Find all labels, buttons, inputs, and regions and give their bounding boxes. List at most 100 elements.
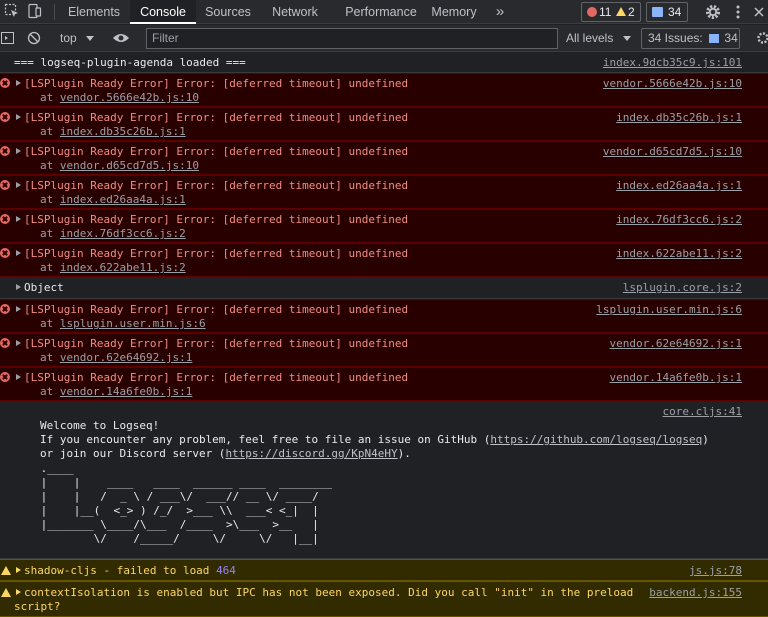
error-message[interactable]: [LSPlugin Ready Error] Error: [deferred …: [0, 107, 768, 141]
stack-frame: at index.76df3cc6.js:2: [40, 227, 186, 241]
error-text: [LSPlugin Ready Error] Error: [deferred …: [24, 77, 409, 90]
log-source-link[interactable]: lsplugin.core.js:2: [623, 281, 742, 295]
logseq-ascii-art-line: | |__( <_> ) /_/ >___ \\ ___< <_| |: [34, 504, 319, 517]
kebab-menu-icon[interactable]: [730, 3, 748, 21]
chevron-down-icon: [622, 36, 631, 42]
context-selector[interactable]: top: [60, 25, 95, 52]
expand-triangle-icon[interactable]: [16, 80, 21, 86]
warning-source-link[interactable]: js.js:78: [689, 564, 742, 578]
stack-frame-link[interactable]: index.ed26aa4a.js:1: [60, 193, 186, 206]
inspect-element-icon[interactable]: [4, 3, 22, 21]
error-source-link[interactable]: lsplugin.user.min.js:6: [596, 303, 742, 317]
stack-frame-link[interactable]: index.76df3cc6.js:2: [60, 227, 186, 240]
github-link[interactable]: https://github.com/logseq/logseq: [490, 433, 702, 446]
warning-count-value: 464: [216, 564, 236, 577]
warning-message[interactable]: contextIsolation is enabled but IPC has …: [0, 581, 768, 617]
error-source-link[interactable]: vendor.d65cd7d5.js:10: [603, 145, 742, 159]
expand-triangle-icon[interactable]: [16, 216, 21, 222]
console-filter-bar: top Filter All levels 34 Issues: 34: [0, 25, 768, 52]
log-source-link[interactable]: core.cljs:41: [663, 405, 742, 419]
error-message[interactable]: [LSPlugin Ready Error] Error: [deferred …: [0, 73, 768, 107]
error-text: [LSPlugin Ready Error] Error: [deferred …: [24, 111, 409, 124]
error-source-link[interactable]: index.622abe11.js:2: [616, 247, 742, 261]
logseq-ascii-art-line: |_______ \____/\___ /____ >\___ >__ |: [34, 518, 319, 531]
expand-triangle-icon[interactable]: [16, 114, 21, 120]
error-source-link[interactable]: index.db35c26b.js:1: [616, 111, 742, 125]
tab-elements[interactable]: Elements: [60, 0, 128, 24]
error-message[interactable]: [LSPlugin Ready Error] Error: [deferred …: [0, 367, 768, 401]
tab-performance[interactable]: Performance: [334, 0, 428, 24]
error-message[interactable]: [LSPlugin Ready Error] Error: [deferred …: [0, 141, 768, 175]
tab-memory[interactable]: Memory: [426, 0, 482, 24]
stack-frame: at lsplugin.user.min.js:6: [40, 317, 206, 331]
expand-triangle-icon[interactable]: [16, 306, 21, 312]
issues-button[interactable]: 34 Issues: 34: [641, 28, 740, 49]
close-icon[interactable]: [752, 3, 768, 21]
error-source-link[interactable]: vendor.5666e42b.js:10: [603, 77, 742, 91]
error-count-icon: [587, 7, 597, 17]
error-source-link[interactable]: vendor.62e64692.js:1: [610, 337, 742, 351]
stack-frame-link[interactable]: vendor.d65cd7d5.js:10: [60, 159, 199, 172]
error-icon: [0, 248, 10, 258]
stack-at: at: [40, 385, 54, 398]
filter-input[interactable]: Filter: [146, 28, 558, 49]
github-line-end: ): [702, 433, 709, 446]
error-message[interactable]: [LSPlugin Ready Error] Error: [deferred …: [0, 243, 768, 277]
gear-icon[interactable]: [704, 3, 722, 21]
live-expression-eye-icon[interactable]: [112, 31, 130, 48]
log-message-object[interactable]: Object lsplugin.core.js:2: [0, 277, 768, 299]
error-message[interactable]: [LSPlugin Ready Error] Error: [deferred …: [0, 333, 768, 367]
error-message[interactable]: [LSPlugin Ready Error] Error: [deferred …: [0, 209, 768, 243]
warning-text: shadow-cljs - failed to load 464: [24, 564, 236, 578]
stack-frame-link[interactable]: vendor.62e64692.js:1: [60, 351, 192, 364]
tab-console[interactable]: Console: [130, 0, 196, 24]
stack-at: at: [40, 351, 54, 364]
error-count: 11: [599, 5, 612, 19]
stack-frame-link[interactable]: index.db35c26b.js:1: [60, 125, 186, 138]
tab-network[interactable]: Network: [262, 0, 328, 24]
discord-link[interactable]: https://discord.gg/KpN4eHY: [225, 447, 397, 460]
stack-at: at: [40, 91, 54, 104]
error-source-link[interactable]: index.ed26aa4a.js:1: [616, 179, 742, 193]
expand-triangle-icon[interactable]: [16, 374, 21, 380]
expand-triangle-icon[interactable]: [16, 340, 21, 346]
warning-message[interactable]: shadow-cljs - failed to load 464 js.js:7…: [0, 559, 768, 581]
console-counts-badge[interactable]: 11 2: [581, 2, 641, 22]
console-settings-gear-icon[interactable]: [756, 31, 768, 48]
filter-placeholder: Filter: [152, 31, 179, 45]
sidebar-toggle-icon[interactable]: [1, 31, 15, 48]
stack-frame-link[interactable]: index.622abe11.js:2: [60, 261, 186, 274]
more-tabs-button[interactable]: »: [488, 0, 512, 24]
stack-frame: at vendor.62e64692.js:1: [40, 351, 192, 365]
expand-triangle-icon[interactable]: [16, 182, 21, 188]
clear-console-icon[interactable]: [27, 31, 41, 48]
log-message-welcome: core.cljs:41 Welcome to Logseq! If you e…: [0, 401, 768, 559]
error-source-link[interactable]: index.76df3cc6.js:2: [616, 213, 742, 227]
stack-frame: at index.622abe11.js:2: [40, 261, 186, 275]
error-message[interactable]: [LSPlugin Ready Error] Error: [deferred …: [0, 299, 768, 333]
device-toolbar-icon[interactable]: [26, 3, 44, 21]
expand-triangle-icon[interactable]: [16, 567, 21, 573]
toolbar-divider: [54, 4, 55, 20]
messages-badge[interactable]: 34: [646, 2, 688, 22]
stack-at: at: [40, 159, 54, 172]
stack-frame-link[interactable]: lsplugin.user.min.js:6: [60, 317, 206, 330]
stack-frame-link[interactable]: vendor.5666e42b.js:10: [60, 91, 199, 104]
error-icon: [0, 304, 10, 314]
stack-frame: at index.db35c26b.js:1: [40, 125, 186, 139]
log-levels-dropdown[interactable]: All levels: [566, 25, 631, 52]
log-source-link[interactable]: index.9dcb35c9.js:101: [603, 56, 742, 70]
expand-triangle-icon[interactable]: [16, 148, 21, 154]
discord-line-end: ).: [397, 447, 411, 460]
error-text: [LSPlugin Ready Error] Error: [deferred …: [24, 337, 409, 350]
stack-frame-link[interactable]: vendor.14a6fe0b.js:1: [60, 385, 192, 398]
expand-triangle-icon[interactable]: [16, 589, 21, 595]
expand-triangle-icon[interactable]: [16, 250, 21, 256]
warning-source-link[interactable]: backend.js:155: [649, 586, 742, 600]
tab-sources[interactable]: Sources: [198, 0, 258, 24]
expand-triangle-icon[interactable]: [16, 284, 21, 290]
error-source-link[interactable]: vendor.14a6fe0b.js:1: [610, 371, 742, 385]
issues-count: 34: [724, 31, 738, 45]
discord-line: or join our Discord server (https://disc…: [40, 447, 411, 461]
error-message[interactable]: [LSPlugin Ready Error] Error: [deferred …: [0, 175, 768, 209]
